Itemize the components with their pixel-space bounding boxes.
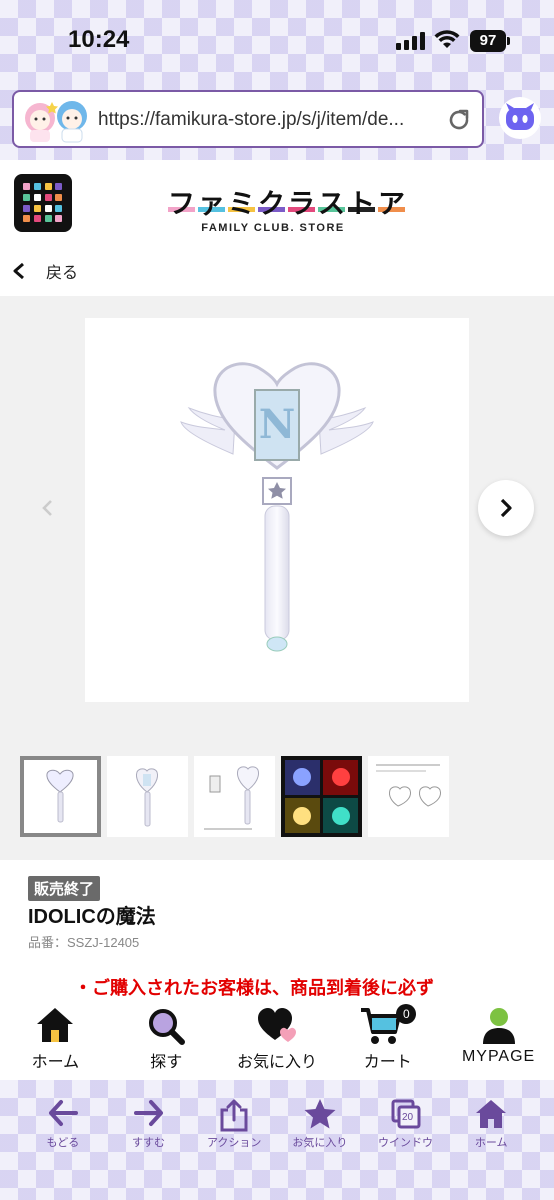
chevron-right-icon (500, 498, 512, 518)
thumbnail-2[interactable] (107, 756, 188, 837)
toolbar-bookmarks-label: お気に入り (292, 1137, 348, 1149)
toolbar-home[interactable]: ホーム (448, 1092, 534, 1156)
assistant-icon[interactable] (498, 96, 542, 140)
web-page: ファミクラストア FAMILY CLUB. STORE 戻る N 販売終了 ID… (0, 160, 554, 1080)
thumbnail-5[interactable] (368, 756, 449, 837)
toolbar-tabs[interactable]: 20 ウインドウ (363, 1092, 449, 1156)
logo-char: ミ (228, 189, 255, 220)
arrow-right-icon (133, 1100, 163, 1126)
logo-wordmark: ファミクラストア (168, 182, 405, 220)
tab-avatar-icon[interactable] (20, 96, 94, 144)
address-bar[interactable]: https://famikura-store.jp/s/j/item/de... (12, 90, 484, 148)
penlight-image: N (180, 362, 374, 652)
toolbar-home-label: ホーム (474, 1137, 508, 1149)
share-icon (220, 1099, 248, 1132)
cart-count-badge: 0 (396, 1004, 417, 1024)
thumbnail-4[interactable] (281, 756, 362, 837)
nav-mypage-label: MYPAGE (461, 1048, 536, 1065)
toolbar-tabs-label: ウインドウ (378, 1137, 434, 1149)
nav-favorites-label: お気に入り (236, 1054, 317, 1071)
nav-home[interactable]: ホーム (0, 996, 111, 1080)
product-gallery: N (0, 296, 554, 860)
logo-char: フ (168, 189, 195, 220)
logo-char: ア (378, 189, 405, 220)
product-code: 品番：SSZJ-12405 (28, 935, 140, 950)
logo-char: ラ (288, 189, 315, 220)
wifi-icon (434, 30, 460, 48)
arrow-left-icon (48, 1100, 78, 1126)
gallery-prev-arrow[interactable] (38, 498, 58, 518)
nav-home-label: ホーム (31, 1054, 80, 1071)
nav-mypage[interactable]: MYPAGE (443, 996, 554, 1080)
back-label: 戻る (46, 265, 79, 282)
nav-cart[interactable]: 0 カート (332, 996, 443, 1080)
star-icon (304, 1099, 336, 1129)
logo-char: ス (318, 189, 345, 220)
svg-text:N: N (259, 401, 296, 448)
url-text[interactable]: https://famikura-store.jp/s/j/item/de... (98, 109, 438, 131)
tab-count: 20 (401, 1112, 414, 1123)
search-icon (149, 1009, 186, 1045)
gallery-next-arrow[interactable] (478, 480, 534, 536)
site-logo[interactable]: ファミクラストア FAMILY CLUB. STORE (168, 182, 405, 244)
battery-indicator: 97 (470, 30, 510, 52)
toolbar-share[interactable]: アクション (191, 1092, 277, 1156)
status-badge: 販売終了 (28, 876, 101, 901)
toolbar-forward[interactable]: すすむ (106, 1092, 192, 1156)
user-icon (482, 1008, 515, 1044)
browser-toolbar: もどる すすむ アクション お気に入り 20 ウインドウ ホーム (20, 1092, 534, 1156)
logo-char: ク (258, 189, 285, 220)
logo-char: ァ (198, 189, 225, 220)
home-icon (476, 1100, 507, 1128)
status-bar: 10:24 97 (0, 0, 554, 80)
toolbar-bookmarks[interactable]: お気に入り (277, 1092, 363, 1156)
menu-grid-icon[interactable] (14, 174, 72, 232)
signal-icon (396, 32, 426, 50)
site-bottom-nav: ホーム 探す お気に入り 0 カート MYPAGE (0, 996, 554, 1080)
heart-icon (257, 1008, 296, 1042)
nav-favorites[interactable]: お気に入り (222, 996, 333, 1080)
nav-search[interactable]: 探す (111, 996, 222, 1080)
thumbnail-1[interactable] (20, 756, 101, 837)
chevron-left-icon (13, 262, 24, 280)
thumbnail-3[interactable] (194, 756, 275, 837)
status-time: 10:24 (68, 26, 130, 53)
reload-icon[interactable] (446, 107, 472, 133)
nav-search-label: 探す (150, 1054, 183, 1071)
toolbar-back[interactable]: もどる (20, 1092, 106, 1156)
product-main-image[interactable]: N (85, 318, 469, 702)
nav-cart-label: カート (363, 1054, 412, 1071)
thumbnail-strip (20, 756, 450, 840)
toolbar-forward-label: すすむ (132, 1137, 165, 1149)
logo-subtitle: FAMILY CLUB. STORE (201, 222, 345, 234)
toolbar-share-label: アクション (206, 1137, 262, 1149)
toolbar-back-label: もどる (46, 1137, 80, 1149)
logo-char: ト (348, 189, 375, 220)
product-title: IDOLICの魔法 (28, 906, 156, 928)
home-icon (37, 1008, 74, 1042)
back-link[interactable]: 戻る (12, 258, 78, 284)
